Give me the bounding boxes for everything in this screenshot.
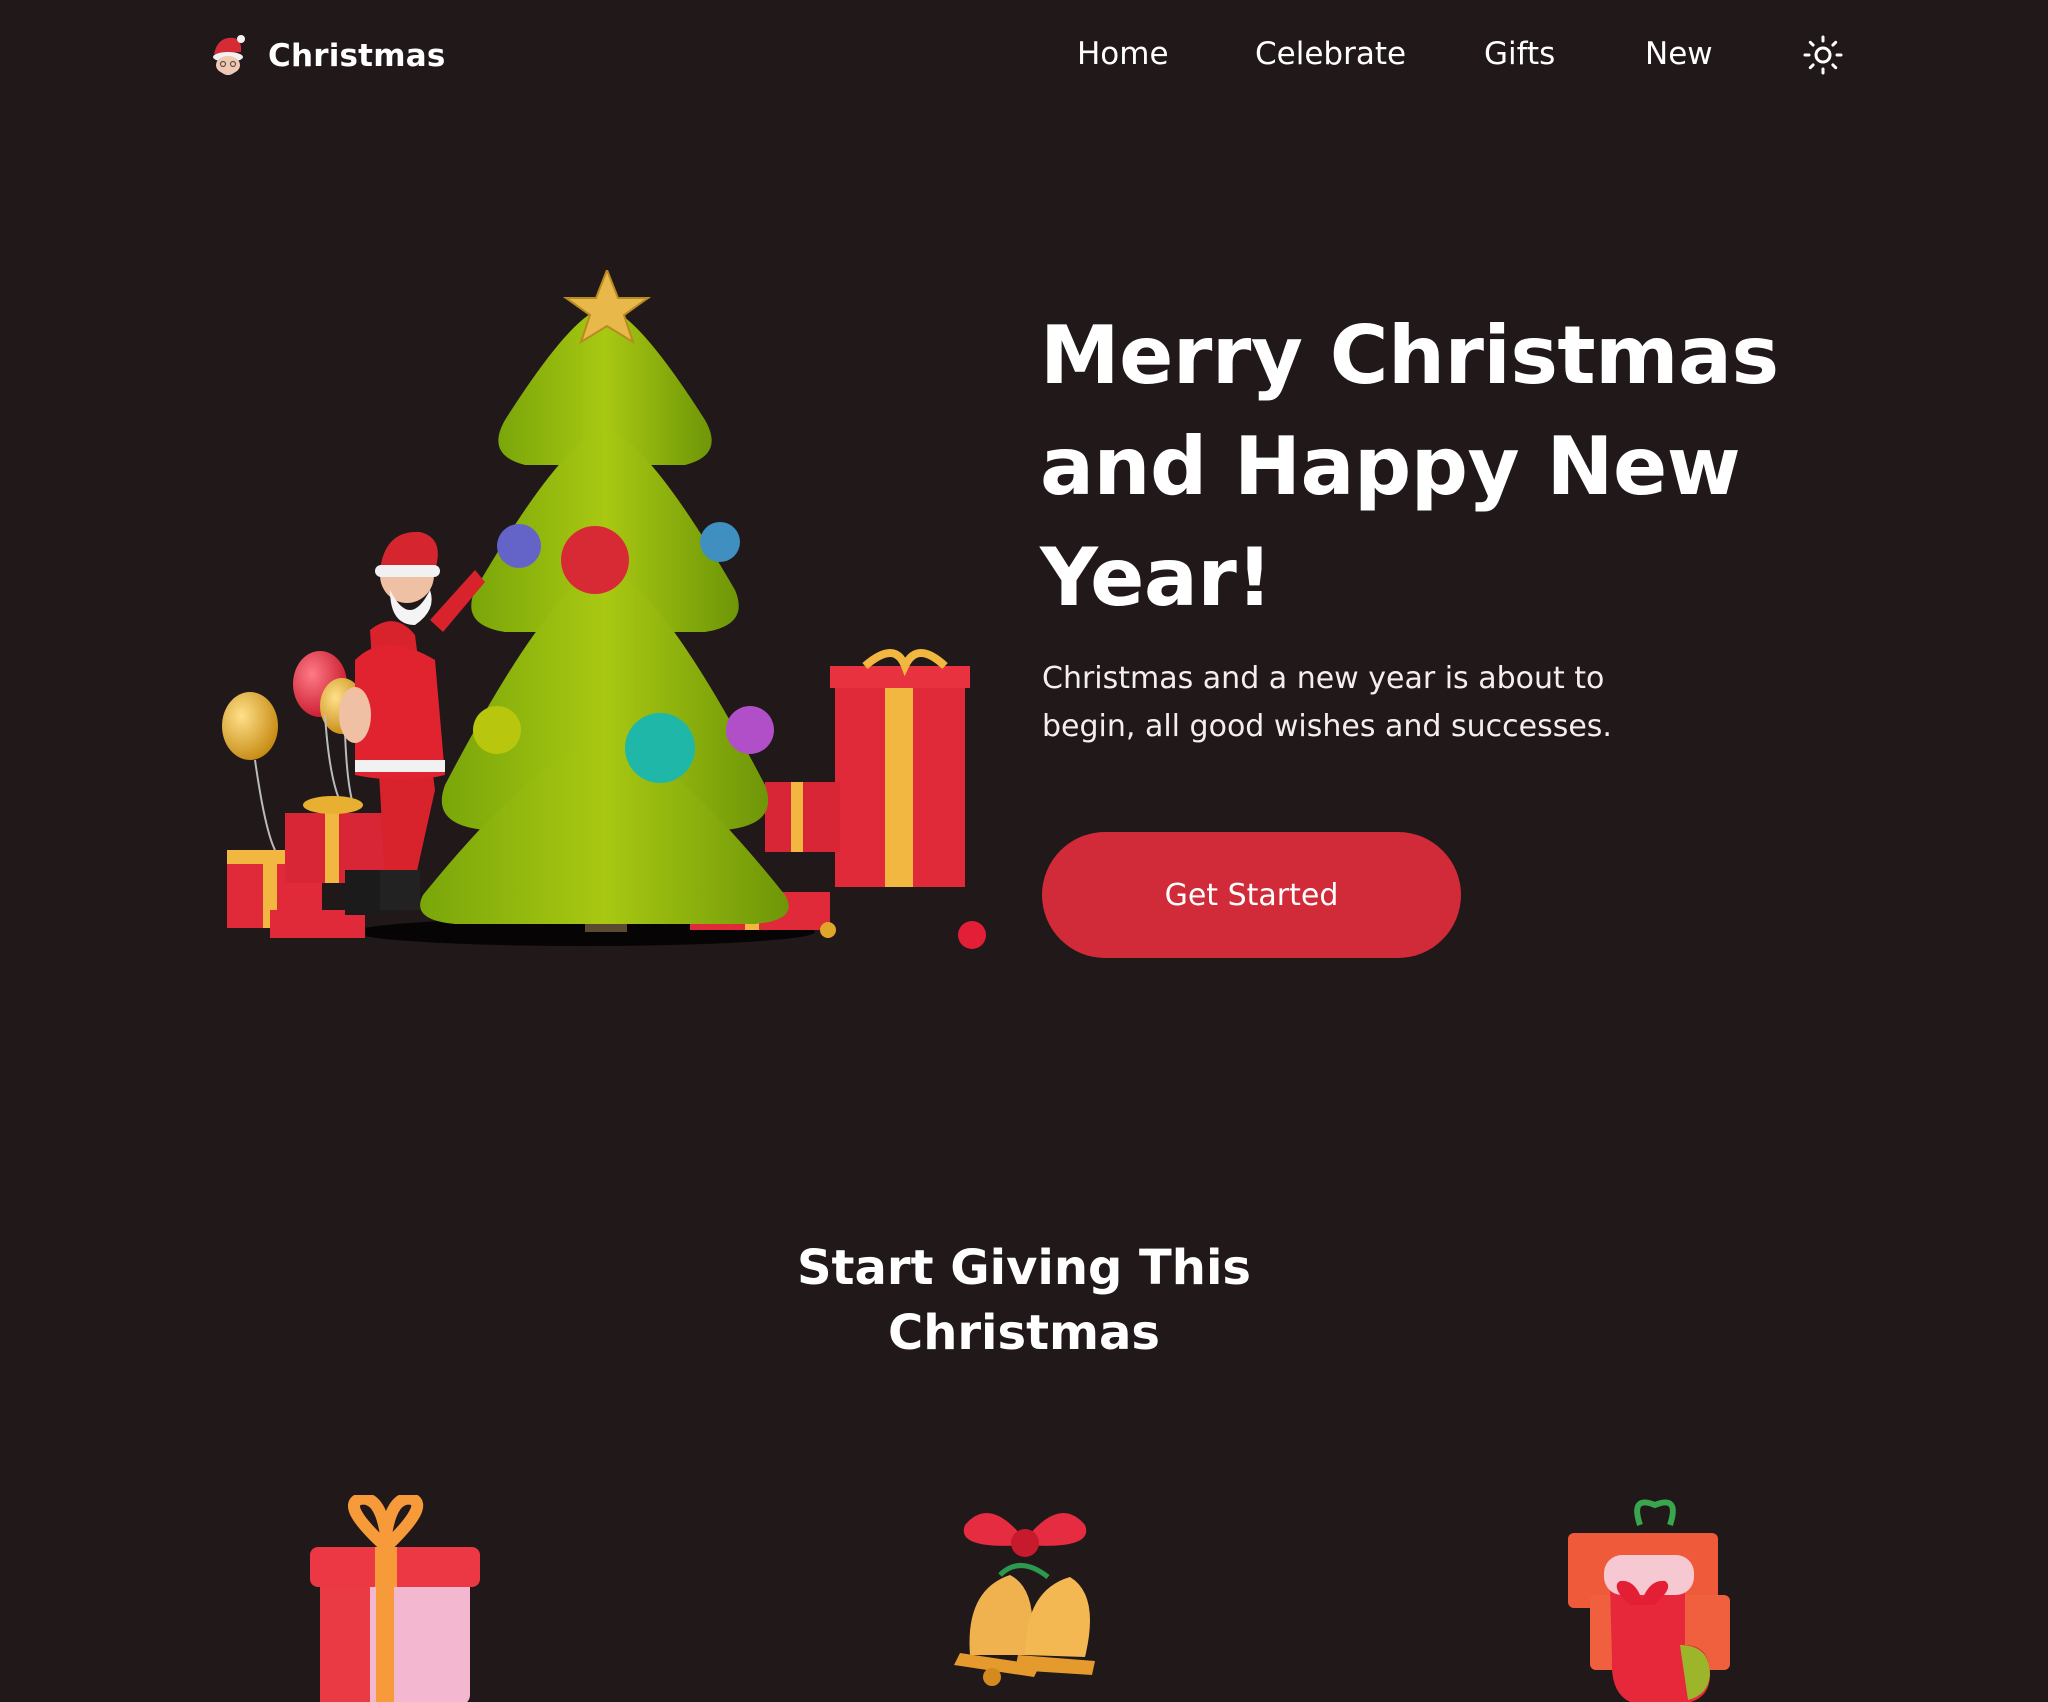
theme-toggle-button[interactable] [1803, 35, 1843, 75]
gift-box-icon [310, 1495, 480, 1702]
gift-card-stocking[interactable] [1560, 1495, 1750, 1702]
get-started-button[interactable]: Get Started [1042, 832, 1461, 958]
nav-celebrate[interactable]: Celebrate [1255, 36, 1406, 72]
hero-description: Christmas and a new year is about to beg… [1042, 661, 1612, 744]
header: Christmas Home Celebrate Gifts New [0, 0, 2048, 115]
section-title: Start Giving This Christmas [796, 1240, 1251, 1361]
hero-title: Merry Christmas and Happy New Year! [1040, 309, 1779, 624]
main-nav: Home Celebrate Gifts New [0, 36, 2048, 80]
sun-icon [1803, 35, 1843, 75]
nav-new[interactable]: New [1645, 36, 1713, 72]
nav-gifts[interactable]: Gifts [1484, 36, 1555, 72]
page: Christmas Home Celebrate Gifts New Merry… [0, 0, 2048, 1702]
nav-home[interactable]: Home [1077, 36, 1169, 72]
christmas-bells-icon [954, 1513, 1095, 1686]
gift-card-gift-box[interactable] [300, 1495, 480, 1702]
gift-card-bells[interactable] [930, 1495, 1120, 1702]
santa-decorating-christmas-tree-illustration [222, 267, 986, 949]
hero-illustration [205, 267, 1005, 970]
christmas-stocking-icon [1568, 1499, 1730, 1702]
